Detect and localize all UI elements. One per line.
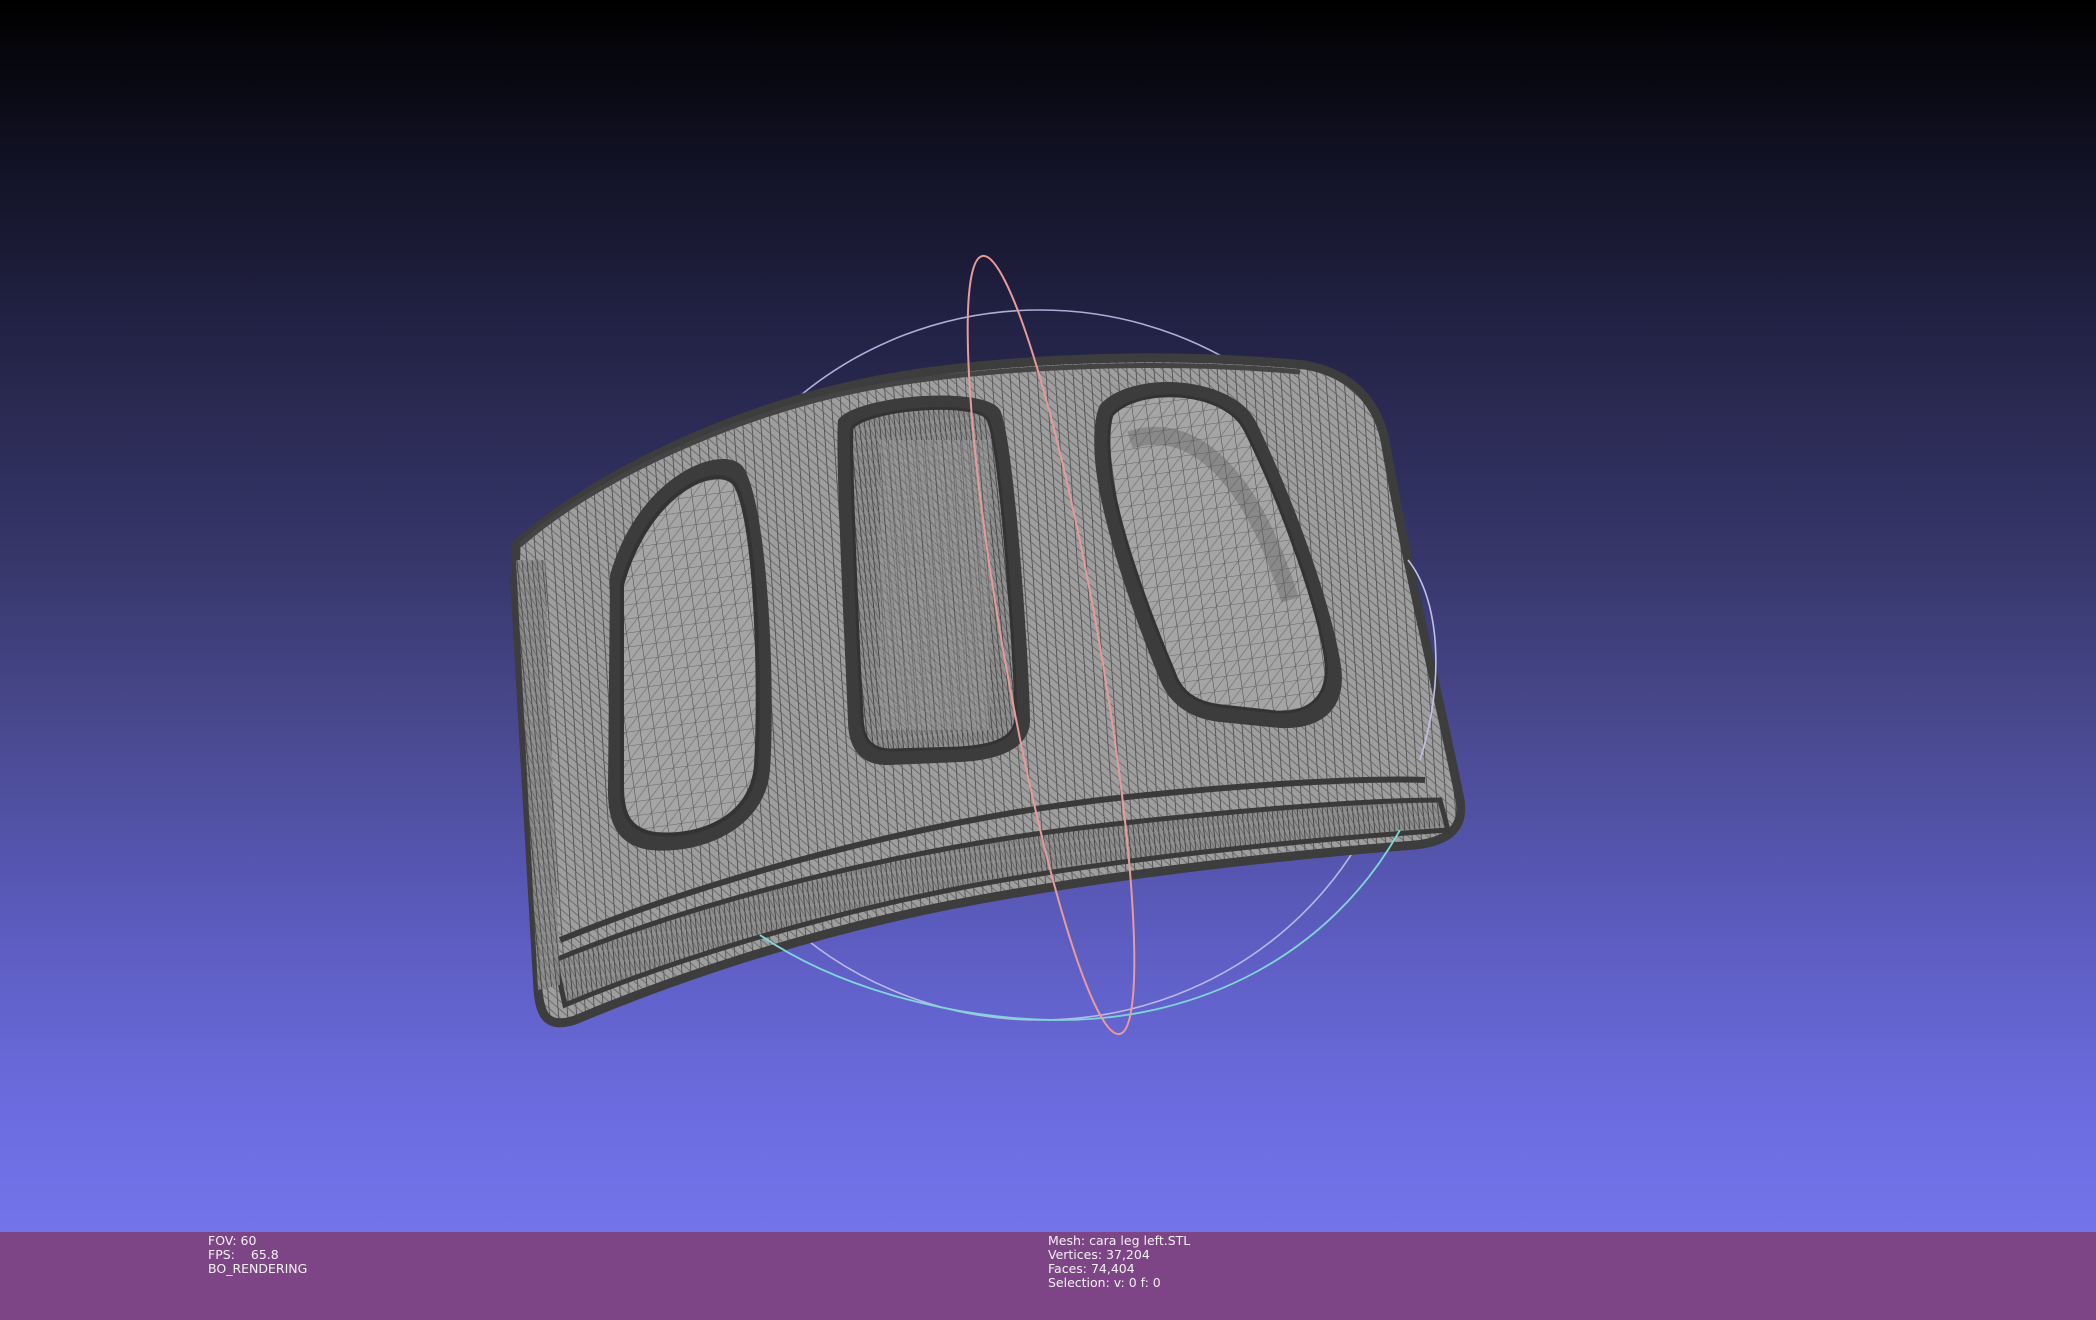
status-bar: FOV: 60 FPS: 65.8 BO_RENDERING Mesh: cara… xyxy=(0,1232,2096,1320)
faces-label: Faces: 74,404 xyxy=(1048,1261,1135,1276)
fps-label: FPS: xyxy=(208,1247,235,1262)
mesh-info: Mesh: cara leg left.STL Vertices: 37,204… xyxy=(1048,1234,1190,1290)
fps-value: 65.8 xyxy=(250,1247,279,1262)
render-mode-label: BO_RENDERING xyxy=(208,1261,308,1276)
3d-viewport[interactable] xyxy=(0,0,2096,1232)
selection-label: Selection: v: 0 f: 0 xyxy=(1048,1275,1161,1290)
mesh-model[interactable] xyxy=(510,353,1466,1028)
mesh-pocket-middle[interactable] xyxy=(837,395,1030,766)
render-info: FOV: 60 FPS: 65.8 BO_RENDERING xyxy=(208,1234,307,1276)
viewport-canvas[interactable] xyxy=(0,0,2096,1232)
fps-readout: FPS: 65.8 xyxy=(208,1248,307,1262)
fov-label: FOV: 60 xyxy=(208,1233,257,1248)
mesh-name-label: Mesh: cara leg left.STL xyxy=(1048,1233,1191,1248)
vertices-label: Vertices: 37,204 xyxy=(1048,1247,1150,1262)
